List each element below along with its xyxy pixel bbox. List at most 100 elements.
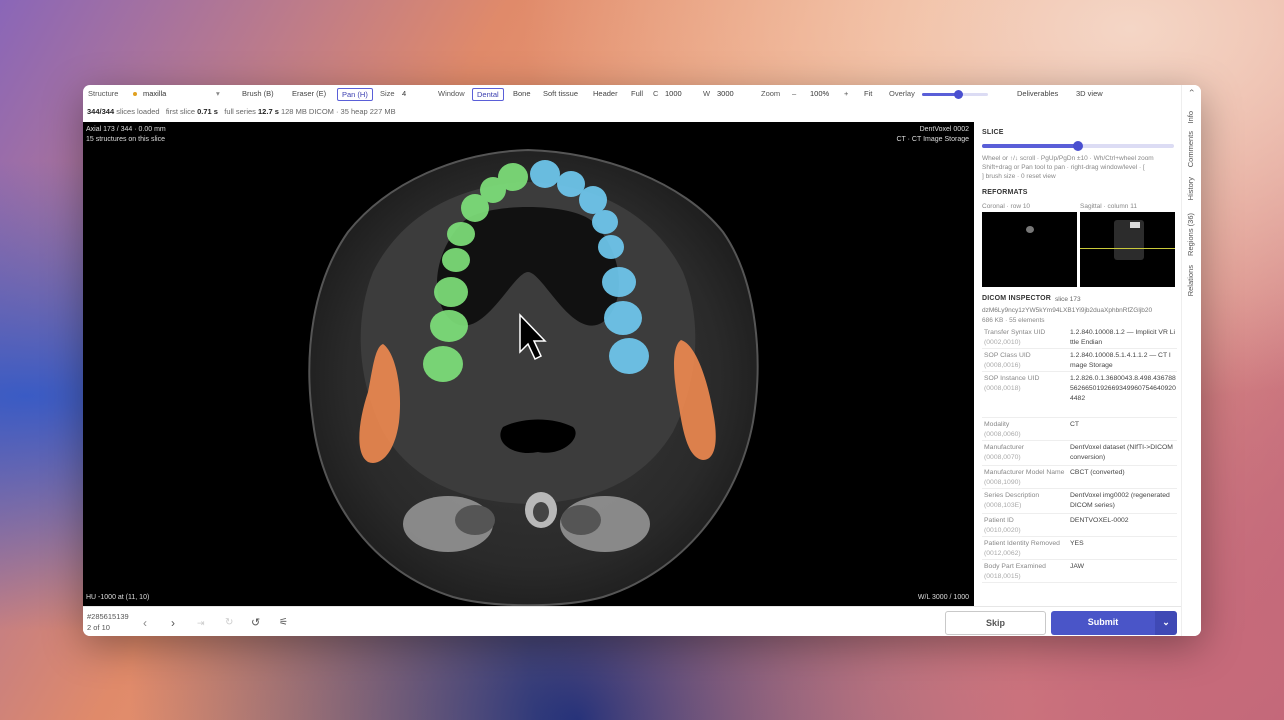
sagittal-reformat[interactable] bbox=[1080, 212, 1175, 287]
inspector-key-tag: (0018,0015) bbox=[984, 573, 1021, 580]
inspector-key-tag: (0008,0016) bbox=[984, 362, 1021, 369]
inspector-key-name: SOP Instance UID bbox=[984, 375, 1040, 382]
submit-button[interactable]: Submit bbox=[1051, 611, 1155, 635]
brush-button[interactable]: Brush (B) bbox=[238, 88, 278, 101]
ct-axial-slice[interactable] bbox=[83, 122, 974, 606]
preset-soft-tissue[interactable]: Soft tissue bbox=[539, 88, 582, 101]
help-text-3: ] brush size · 0 reset view bbox=[982, 173, 1056, 180]
slice-slider-handle[interactable] bbox=[1073, 141, 1083, 151]
size-input[interactable]: 4 bbox=[402, 89, 406, 99]
inspector-key-name: SOP Class UID bbox=[984, 352, 1031, 359]
reformats-section-title: REFORMATS bbox=[982, 189, 1028, 196]
overlay-slider-handle[interactable] bbox=[954, 90, 964, 99]
zoom-out-button[interactable]: – bbox=[792, 89, 796, 99]
center-label: C bbox=[653, 89, 659, 98]
inspector-key-tag: (0002,0010) bbox=[984, 339, 1021, 346]
size-label: Size bbox=[380, 89, 395, 98]
reset-icon[interactable]: ↺ bbox=[251, 617, 260, 629]
inspector-row: SOP Instance UID (0008,0018) 1.2.826.0.1.3… bbox=[982, 373, 1177, 418]
structure-color-dot bbox=[133, 92, 137, 96]
fit-button[interactable]: Fit bbox=[860, 88, 876, 101]
overlay-structure-count: 15 structures on this slice bbox=[86, 136, 165, 143]
bottom-bar: #285615139 2 of 10 ‹ › ⇥ ↻ ↺ ⚟ Skip Subm… bbox=[83, 606, 1181, 636]
slice-section-title: SLICE bbox=[982, 129, 1004, 136]
ct-viewport[interactable]: Axial 173 / 344 · 0.00 mm 15 structures … bbox=[83, 122, 974, 606]
zoom-value: 100% bbox=[810, 89, 830, 98]
tab-info[interactable]: Info bbox=[1186, 111, 1195, 124]
inspector-value: DentVoxel img0002 (regenerated DICOM ser… bbox=[1070, 492, 1170, 509]
tab-history[interactable]: History bbox=[1186, 177, 1195, 200]
inspector-key: Patient Identity Removed (0012,0062) bbox=[984, 539, 1066, 559]
chevron-down-icon[interactable]: ▾ bbox=[216, 89, 220, 99]
inspector-row: Manufacturer Model Name (0008,1090) CBCT (… bbox=[982, 467, 1177, 489]
inspector-meta: 686 KB · 55 elements bbox=[982, 317, 1045, 324]
eraser-button[interactable]: Eraser (E) bbox=[288, 88, 330, 101]
inspector-row: Transfer Syntax UID (0002,0010) 1.2.840.10… bbox=[982, 327, 1177, 349]
inspector-key: Modality (0008,0060) bbox=[984, 420, 1066, 440]
first-slice-label: first slice bbox=[165, 107, 196, 116]
inspector-row: Manufacturer (0008,0070) DentVoxel dataset… bbox=[982, 442, 1177, 466]
submit-options-chevron-icon[interactable]: ⌄ bbox=[1155, 611, 1177, 635]
coronal-reformat[interactable] bbox=[982, 212, 1077, 287]
overlay-modality: CT · CT Image Storage bbox=[896, 136, 970, 143]
inspector-key-name: Patient ID bbox=[984, 517, 1014, 524]
inspector-value: CBCT (converted) bbox=[1070, 469, 1125, 476]
inspector-section-title: DICOM INSPECTOR bbox=[982, 295, 1051, 302]
inspector-value: DENTVOXEL-0002 bbox=[1070, 517, 1129, 524]
structure-select[interactable]: maxilla bbox=[143, 89, 166, 99]
overlay-slice-position: Axial 173 / 344 · 0.00 mm bbox=[86, 126, 166, 133]
overlay-slider-fill bbox=[922, 93, 959, 96]
inspector-file-id: dzM6Ly9ncy1zYW5kYm94LXB1Yi9jb2duaXphbnRf… bbox=[982, 307, 1153, 314]
skip-button[interactable]: Skip bbox=[945, 611, 1046, 635]
task-id: #285615139 bbox=[87, 612, 129, 621]
preset-header[interactable]: Header bbox=[589, 88, 622, 101]
preset-dental[interactable]: Dental bbox=[472, 88, 504, 101]
overlay-slider[interactable] bbox=[922, 90, 988, 99]
inspector-key-tag: (0008,0018) bbox=[984, 385, 1021, 392]
3d-view-button[interactable]: 3D view bbox=[1072, 88, 1107, 101]
sagittal-thumb-structure bbox=[1130, 222, 1140, 228]
coronal-label: Coronal · row 10 bbox=[982, 203, 1031, 210]
inspector-key: Manufacturer Model Name (0008,1090) bbox=[984, 468, 1066, 488]
center-input[interactable]: 1000 bbox=[665, 89, 682, 99]
slice-slider[interactable] bbox=[982, 141, 1174, 151]
redo-icon[interactable]: ↻ bbox=[225, 617, 233, 629]
inspector-key: Patient ID (0010,0020) bbox=[984, 516, 1066, 536]
jump-end-icon[interactable]: ⇥ bbox=[197, 617, 205, 629]
inspector-key-name: Manufacturer bbox=[984, 444, 1025, 451]
pan-button[interactable]: Pan (H) bbox=[337, 88, 373, 101]
sagittal-crosshair bbox=[1080, 248, 1175, 249]
collapse-chevron-icon[interactable]: › bbox=[1186, 89, 1196, 92]
side-panel: SLICE Wheel or ↑/↓ scroll · PgUp/PgDn ±1… bbox=[976, 122, 1181, 606]
width-input[interactable]: 3000 bbox=[717, 89, 734, 99]
preset-full[interactable]: Full bbox=[627, 88, 647, 101]
inspector-key-name: Body Part Examined bbox=[984, 563, 1046, 570]
tab-relations[interactable]: Relations bbox=[1186, 265, 1195, 296]
preset-bone[interactable]: Bone bbox=[509, 88, 535, 101]
overlay-hu-readout: HU -1000 at (11, 10) bbox=[86, 594, 150, 601]
inspector-value: 1.2.840.10008.5.1.4.1.1.2 — CT Image Sto… bbox=[1070, 352, 1171, 369]
inspector-key: Series Description (0008,103E) bbox=[984, 491, 1066, 511]
inspector-row: Series Description (0008,103E) DentVoxel i… bbox=[982, 490, 1177, 514]
inspector-key-name: Series Description bbox=[984, 492, 1040, 499]
window-label: Window bbox=[438, 89, 465, 98]
inspector-key: Body Part Examined (0018,0015) bbox=[984, 562, 1066, 582]
tab-regions[interactable]: Regions (36) bbox=[1186, 213, 1195, 256]
settings-sliders-icon[interactable]: ⚟ bbox=[279, 617, 288, 629]
slices-loaded-label: slices loaded bbox=[116, 107, 160, 116]
zoom-in-button[interactable]: + bbox=[844, 89, 848, 99]
inspector-row: Patient Identity Removed (0012,0062) YES bbox=[982, 538, 1177, 560]
tab-comments[interactable]: Comments bbox=[1186, 131, 1195, 167]
overlay-label: Overlay bbox=[889, 89, 915, 98]
previous-icon[interactable]: ‹ bbox=[143, 617, 147, 629]
inspector-value: 1.2.826.0.1.3680043.8.498.43678856266501… bbox=[1070, 375, 1176, 402]
inspector-row: Patient ID (0010,0020) DENTVOXEL-0002 bbox=[982, 515, 1177, 537]
help-text-1: Wheel or ↑/↓ scroll · PgUp/PgDn ±10 · Wh… bbox=[982, 155, 1154, 162]
inspector-value: YES bbox=[1070, 540, 1084, 547]
coronal-thumb-structure bbox=[1026, 226, 1034, 233]
app-window: Structure maxilla ▾ Brush (B) Eraser (E)… bbox=[83, 85, 1201, 636]
deliverables-button[interactable]: Deliverables bbox=[1013, 88, 1062, 101]
next-icon[interactable]: › bbox=[171, 617, 175, 629]
inspector-key-tag: (0008,0060) bbox=[984, 431, 1021, 438]
sagittal-label: Sagittal · column 11 bbox=[1080, 203, 1137, 210]
